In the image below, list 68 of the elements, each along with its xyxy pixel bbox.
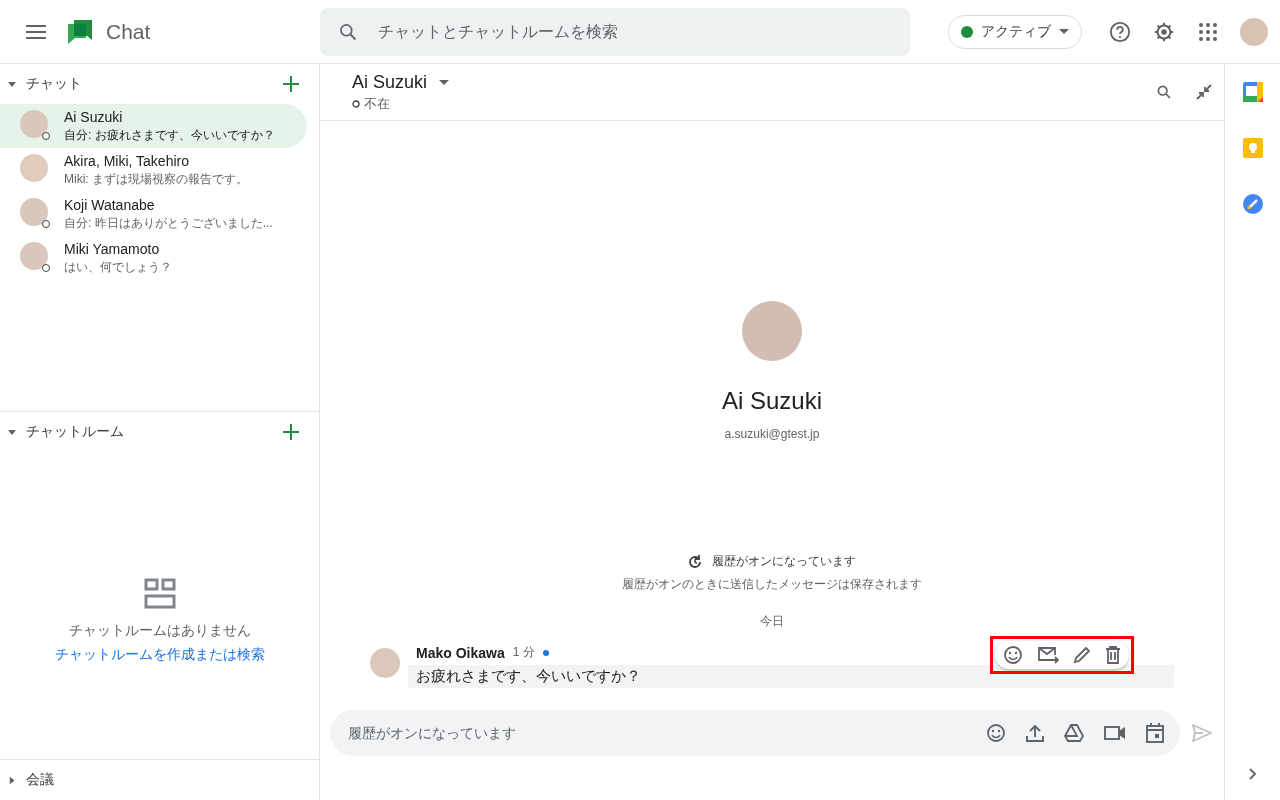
edit-pencil-icon[interactable]	[1073, 646, 1091, 664]
triangle-drive-icon[interactable]	[1064, 724, 1084, 742]
message-time: 1 分	[512, 644, 535, 661]
menu-icon	[26, 24, 46, 39]
section-toggle[interactable]: チャットルーム	[8, 423, 124, 441]
search-icon[interactable]	[1156, 84, 1172, 100]
chat-list-item[interactable]: Ai Suzuki 自分: お疲れさまです、今いいですか？	[0, 104, 307, 148]
rooms-icon	[143, 577, 176, 610]
history-icon	[688, 554, 702, 569]
profile-avatar	[742, 301, 802, 361]
video-camera-icon[interactable]	[1104, 725, 1126, 741]
avatar	[20, 198, 48, 226]
chat-list-item[interactable]: Akira, Miki, Takehiro Miki: まずは現場視察の報告です。	[0, 148, 307, 192]
sender-avatar	[370, 648, 400, 678]
history-title: 履歴がオンになっています	[712, 553, 856, 570]
message-input[interactable]: 履歴がオンになっています	[346, 724, 966, 742]
help-icon	[1109, 20, 1131, 43]
profile-name: Ai Suzuki	[721, 387, 822, 415]
apps-grid-icon	[1199, 22, 1217, 41]
forward-mail-icon[interactable]	[1037, 646, 1059, 664]
emoji-icon[interactable]	[1003, 645, 1023, 665]
upload-icon[interactable]	[1026, 724, 1044, 742]
presence-ring-icon	[42, 220, 50, 228]
composer-bar[interactable]: 履歴がオンになっています	[330, 710, 1180, 756]
chat-preview: 自分: 昨日はありがとうございました...	[64, 214, 273, 232]
date-divider: 今日	[760, 613, 784, 630]
chat-name: Ai Suzuki	[64, 108, 124, 125]
emoji-icon[interactable]	[986, 723, 1006, 743]
chat-list-item[interactable]: Miki Yamamoto はい、何でしょう？	[0, 236, 307, 280]
chat-preview: はい、何でしょう？	[64, 258, 172, 276]
presence-ring-icon	[42, 132, 50, 140]
presence-ring-icon	[352, 99, 360, 108]
history-note: 履歴がオンのときに送信したメッセージは保存されます	[622, 576, 922, 593]
calendar-app-icon[interactable]	[1242, 82, 1263, 102]
chat-name: Akira, Miki, Takehiro	[64, 152, 190, 169]
empty-message: チャットルームはありません	[68, 621, 251, 640]
add-icon[interactable]	[283, 424, 299, 440]
chat-preview: Miki: まずは現場視察の報告です。	[64, 170, 248, 188]
caret-icon[interactable]	[439, 79, 450, 85]
avatar	[20, 110, 48, 138]
chevron-right-icon[interactable]	[1248, 768, 1257, 780]
calendar-icon[interactable]	[1146, 723, 1164, 743]
search-bar[interactable]: チャットとチャットルームを検索	[320, 7, 910, 56]
section-toggle[interactable]: チャット	[8, 75, 82, 93]
add-icon[interactable]	[283, 76, 299, 92]
collapse-arrows-icon[interactable]	[1196, 84, 1212, 100]
presence-status: 不在	[364, 94, 390, 113]
chat-logo-icon	[66, 17, 94, 46]
chat-name: Koji Watanabe	[64, 196, 156, 213]
create-room-link[interactable]: チャットルームを作成または検索	[54, 645, 265, 664]
caret-icon	[1059, 29, 1069, 34]
group-avatar	[20, 154, 48, 182]
presence-ring-icon	[42, 264, 50, 272]
chat-name: Miki Yamamoto	[64, 240, 161, 257]
conversation-title: Ai Suzuki	[352, 71, 428, 93]
app-title: Chat	[106, 19, 151, 44]
checkmark-app-icon[interactable]	[1242, 194, 1263, 214]
settings-icon	[1153, 20, 1175, 43]
avatar	[20, 242, 48, 270]
delete-icon[interactable]	[1105, 646, 1121, 664]
sender-name: Mako Oikawa	[416, 644, 505, 661]
chat-list-item[interactable]: Koji Watanabe 自分: 昨日はありがとうございました...	[0, 192, 307, 236]
chat-preview: 自分: お疲れさまです、今いいですか？	[64, 126, 275, 144]
profile-email: a.suzuki@gtest.jp	[724, 427, 820, 441]
section-toggle[interactable]: 会議	[8, 771, 54, 789]
search-field[interactable]: チャットとチャットルームを検索	[376, 21, 892, 42]
search-icon	[338, 21, 358, 42]
message-text: お疲れさまです、今いいですか？	[408, 665, 1174, 688]
